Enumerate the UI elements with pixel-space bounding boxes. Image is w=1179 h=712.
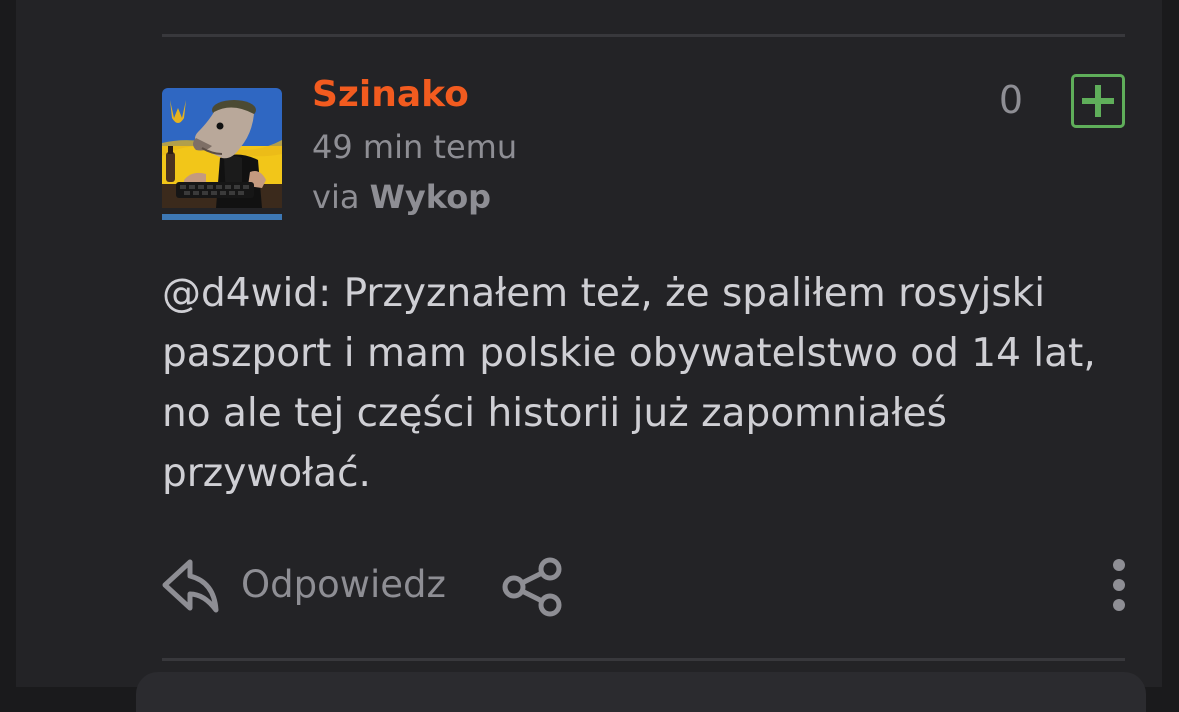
via-prefix: via	[312, 178, 360, 216]
avatar-underline	[162, 214, 282, 220]
post-body: @d4wid: Przyznałem też, że spaliłem rosy…	[162, 264, 1122, 504]
vote-count: 0	[998, 78, 1024, 122]
avatar-image	[162, 88, 282, 208]
plus-square-icon	[1082, 85, 1114, 117]
share-icon[interactable]	[500, 556, 566, 618]
mention-link[interactable]: @d4wid	[162, 271, 318, 316]
divider-top	[162, 34, 1125, 37]
next-entry-card	[136, 672, 1146, 712]
post-timestamp[interactable]: 49 min temu	[312, 128, 517, 166]
author-name[interactable]: Szinako	[312, 74, 469, 115]
reply-arrow-icon[interactable]	[160, 556, 220, 614]
divider-bottom	[162, 658, 1125, 661]
via-app[interactable]: Wykop	[370, 178, 491, 216]
reply-button[interactable]: Odpowiedz	[241, 563, 446, 606]
via-source: via Wykop	[312, 178, 491, 216]
upvote-button[interactable]	[1071, 74, 1125, 128]
avatar[interactable]	[162, 88, 282, 208]
more-vertical-icon[interactable]	[1104, 558, 1134, 612]
